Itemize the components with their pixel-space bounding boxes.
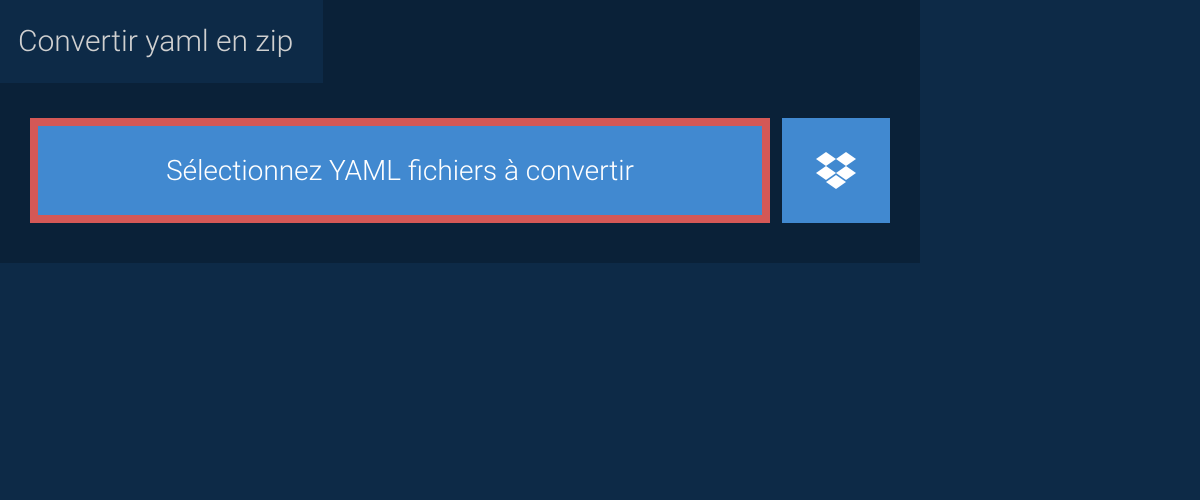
tab-title: Convertir yaml en zip — [18, 24, 293, 59]
tab-area: Convertir yaml en zip — [0, 0, 920, 83]
dropbox-button[interactable] — [782, 118, 890, 223]
select-files-button[interactable]: Sélectionnez YAML fichiers à convertir — [30, 118, 770, 223]
select-files-label: Sélectionnez YAML fichiers à convertir — [166, 154, 634, 187]
content-area: Sélectionnez YAML fichiers à convertir — [0, 83, 920, 263]
converter-tab[interactable]: Convertir yaml en zip — [0, 0, 323, 83]
dropbox-icon — [816, 152, 856, 190]
converter-panel: Convertir yaml en zip Sélectionnez YAML … — [0, 0, 920, 263]
